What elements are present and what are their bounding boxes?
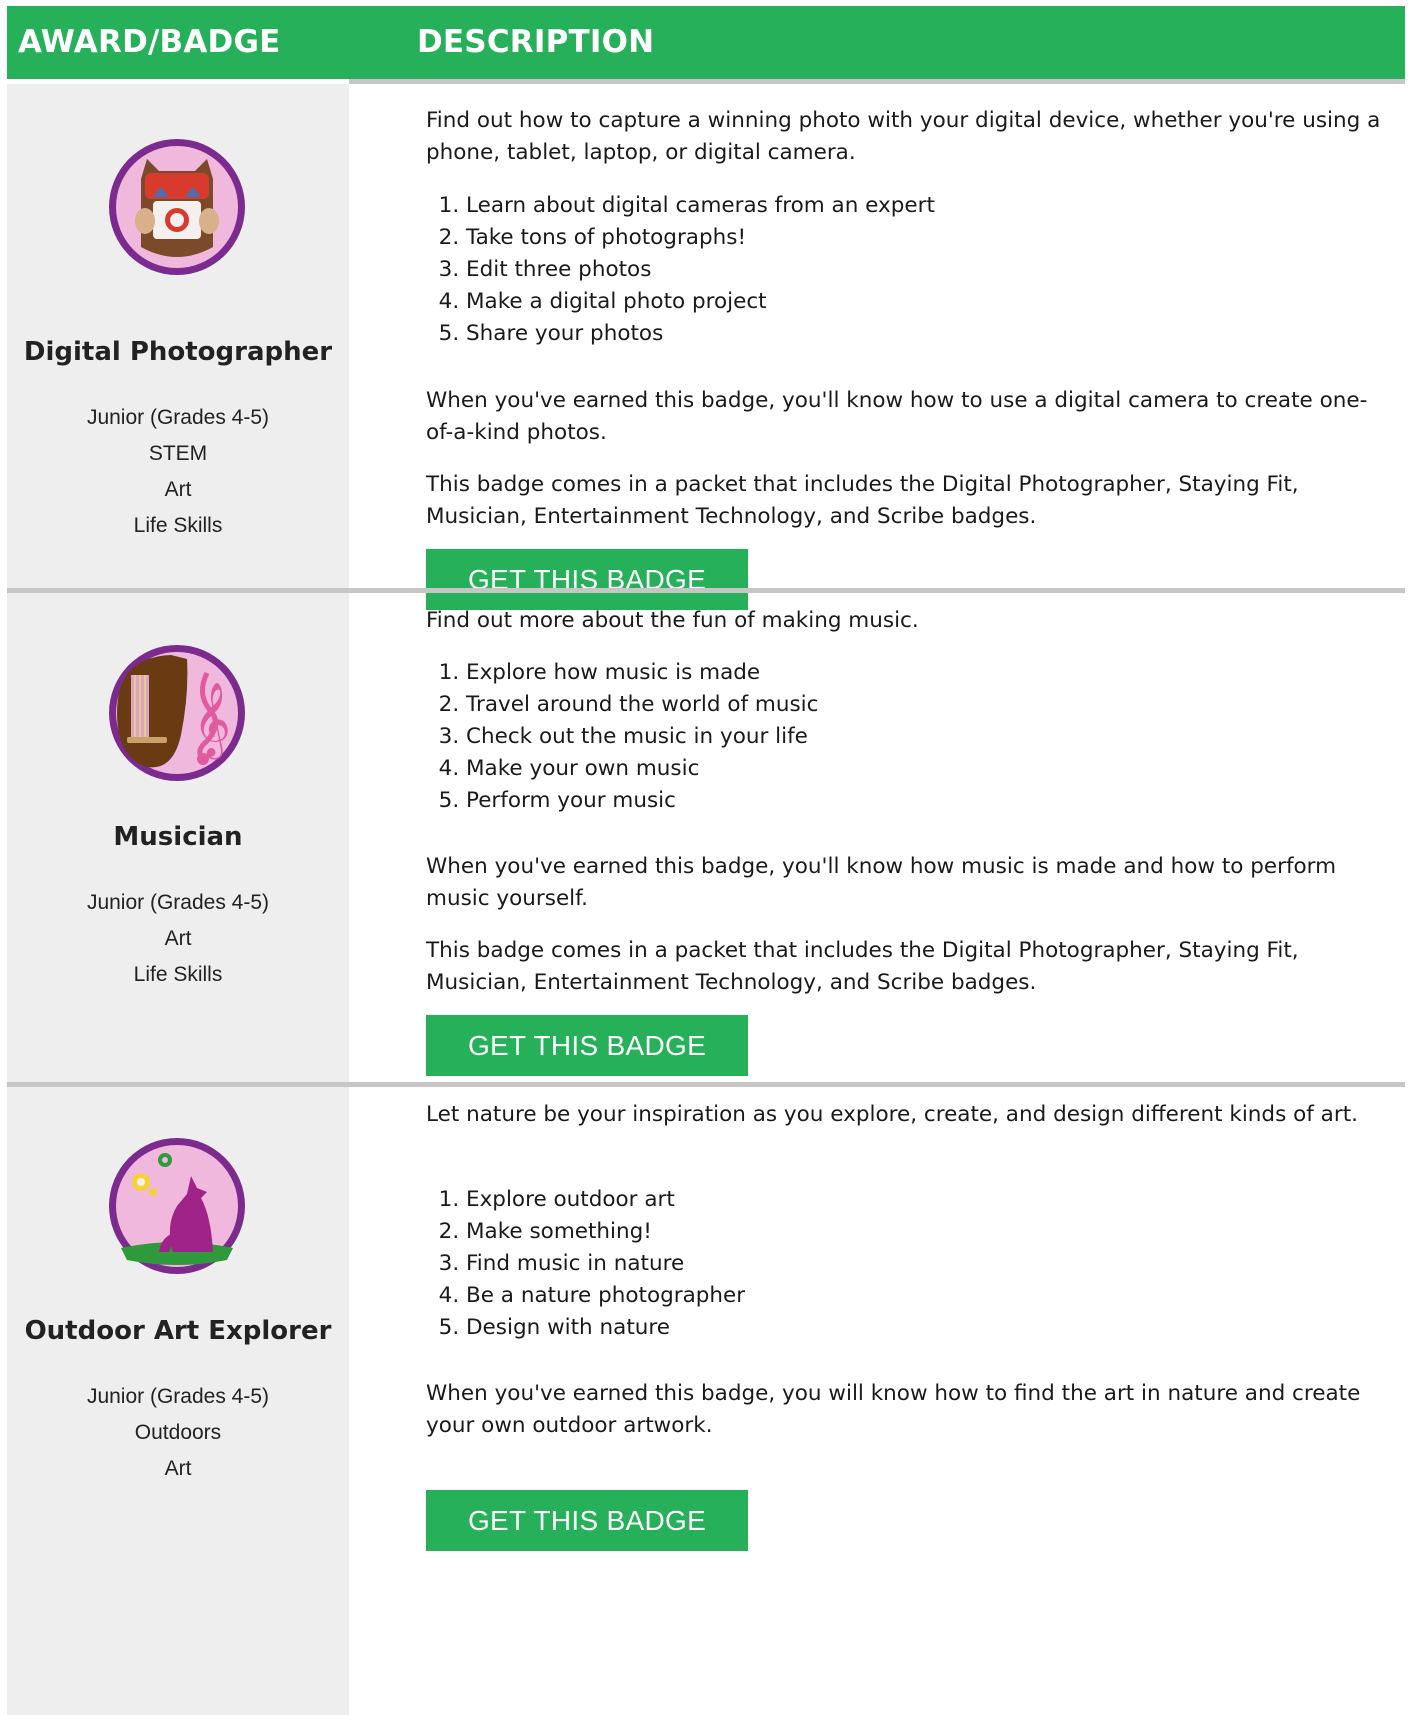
badge-name: Digital Photographer	[23, 337, 333, 367]
badge-steps: Explore outdoor art Make something! Find…	[426, 1184, 1366, 1344]
badge-outcome: When you've earned this badge, you'll kn…	[426, 854, 1337, 911]
table-header: AWARD/BADGE DESCRIPTION	[7, 6, 1405, 79]
list-item: Find music in nature	[466, 1248, 1366, 1280]
badge-steps: Learn about digital cameras from an expe…	[426, 190, 1366, 350]
camera-owl-badge-icon[interactable]	[107, 137, 247, 277]
badge-outcome: When you've earned this badge, you'll kn…	[426, 388, 1368, 445]
list-item: Perform your music	[466, 785, 1366, 817]
badge-name: Musician	[113, 822, 243, 852]
howling-wolf-flower-badge-icon[interactable]	[107, 1136, 247, 1276]
badge-description-cell: Find out how to capture a winning photo …	[426, 84, 1386, 610]
badge-info-cell: Digital Photographer Junior (Grades 4-5)…	[7, 84, 349, 588]
list-item: Edit three photos	[466, 254, 1366, 286]
badge-description-cell: Find out more about the fun of making mu…	[426, 593, 1386, 1082]
list-item: Make something!	[466, 1216, 1366, 1248]
list-item: Be a nature photographer	[466, 1280, 1366, 1312]
badge-category: Life Skills	[133, 963, 223, 986]
badge-category: Life Skills	[133, 514, 223, 537]
badge-category: Art	[164, 1457, 192, 1480]
badge-intro: Find out how to capture a winning photo …	[426, 108, 1381, 165]
badge-row-digital-photographer: Digital Photographer Junior (Grades 4-5)…	[7, 84, 1405, 610]
badge-meta: Junior (Grades 4-5) Art Life Skills	[7, 885, 349, 993]
badge-level: Junior (Grades 4-5)	[86, 406, 270, 429]
badge-level: Junior (Grades 4-5)	[86, 1385, 270, 1408]
badge-info-cell: 𝄞 Musician Junior (Grades 4-5) Art Life …	[7, 593, 349, 1082]
badge-category: Art	[164, 478, 192, 501]
list-item: Explore outdoor art	[466, 1184, 1366, 1216]
badge-level: Junior (Grades 4-5)	[86, 891, 270, 914]
guitar-music-badge-icon[interactable]: 𝄞	[107, 643, 247, 783]
badge-name: Outdoor Art Explorer	[24, 1316, 332, 1346]
badge-meta: Junior (Grades 4-5) Outdoors Art	[7, 1379, 349, 1487]
badge-row-outdoor-art-explorer: Outdoor Art Explorer Junior (Grades 4-5)…	[7, 1087, 1405, 1715]
badge-description-cell: Let nature be your inspiration as you ex…	[426, 1087, 1386, 1715]
list-item: Make a digital photo project	[466, 286, 1366, 318]
badge-row-musician: 𝄞 Musician Junior (Grades 4-5) Art Life …	[7, 593, 1405, 1087]
badge-category: Art	[164, 927, 192, 950]
badge-category: STEM	[148, 442, 208, 465]
list-item: Share your photos	[466, 318, 1366, 350]
badge-steps: Explore how music is made Travel around …	[426, 657, 1366, 817]
badge-info-cell: Outdoor Art Explorer Junior (Grades 4-5)…	[7, 1087, 349, 1715]
badge-category: Outdoors	[134, 1421, 222, 1444]
list-item: Learn about digital cameras from an expe…	[466, 190, 1366, 222]
description-column-header: DESCRIPTION	[417, 24, 655, 60]
list-item: Make your own music	[466, 753, 1366, 785]
list-item: Travel around the world of music	[466, 689, 1366, 721]
badge-meta: Junior (Grades 4-5) STEM Art Life Skills	[7, 400, 349, 544]
badge-outcome: When you've earned this badge, you will …	[426, 1381, 1361, 1438]
list-item: Design with nature	[466, 1312, 1366, 1344]
badge-packet-note: This badge comes in a packet that includ…	[426, 938, 1299, 995]
badge-packet-note: This badge comes in a packet that includ…	[426, 472, 1299, 529]
get-badge-button[interactable]: GET THIS BADGE	[426, 1490, 748, 1551]
get-badge-button[interactable]: GET THIS BADGE	[426, 1015, 748, 1076]
badge-intro: Find out more about the fun of making mu…	[426, 608, 919, 633]
award-column-header: AWARD/BADGE	[18, 24, 281, 60]
list-item: Explore how music is made	[466, 657, 1366, 689]
list-item: Take tons of photographs!	[466, 222, 1366, 254]
badge-intro: Let nature be your inspiration as you ex…	[426, 1102, 1358, 1127]
list-item: Check out the music in your life	[466, 721, 1366, 753]
